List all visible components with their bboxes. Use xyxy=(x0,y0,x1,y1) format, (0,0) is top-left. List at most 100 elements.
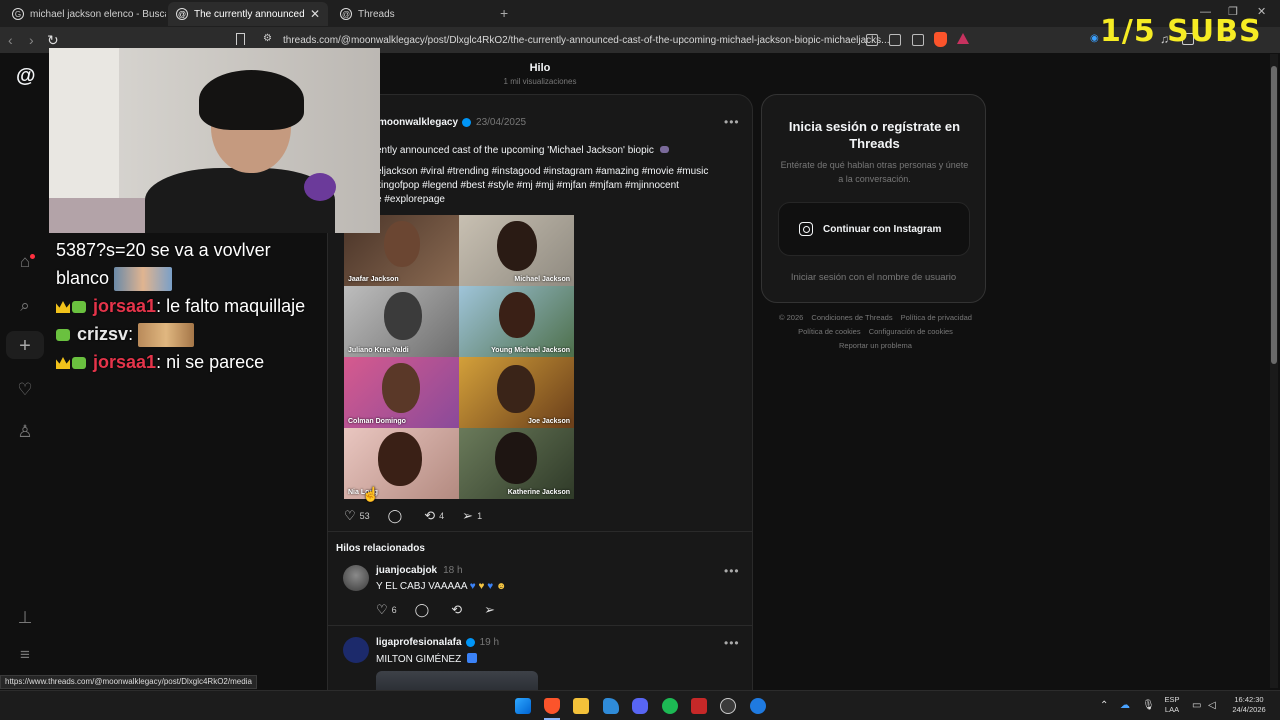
sunglasses-emoji-icon: ☻ xyxy=(493,581,507,592)
language-indicator[interactable]: ESP LAA xyxy=(1160,695,1184,715)
reload-button[interactable]: ↻ xyxy=(47,32,59,49)
url-text: threads.com/@moonwalklegacy/post/Dlxglc4… xyxy=(283,34,890,46)
brave-rewards-icon[interactable] xyxy=(957,33,969,44)
related-more-icon[interactable]: ••• xyxy=(724,564,740,578)
notification-dot xyxy=(30,254,35,259)
share-button[interactable]: ➢ 1 xyxy=(462,508,482,524)
threads-logo-icon[interactable]: @ xyxy=(16,66,36,86)
close-tab-icon[interactable]: ✕ xyxy=(304,7,320,21)
news-app-icon[interactable] xyxy=(691,698,707,714)
brave-browser-icon[interactable] xyxy=(544,698,560,714)
post-username[interactable]: moonwalklegacy xyxy=(378,117,458,128)
privacy-link[interactable]: Política de privacidad xyxy=(901,313,972,322)
file-explorer-icon[interactable] xyxy=(573,698,589,714)
app-icon[interactable] xyxy=(750,698,766,714)
chat-message: blanco xyxy=(56,264,336,292)
cast-name: Katherine Jackson xyxy=(507,489,570,496)
start-menu-icon[interactable] xyxy=(515,698,531,714)
bookmark-icon[interactable] xyxy=(236,33,245,45)
discord-icon[interactable] xyxy=(632,698,648,714)
heart-icon[interactable]: ♡ xyxy=(16,381,34,399)
microphone-icon[interactable]: 🎙 xyxy=(1142,700,1155,711)
bing-icon[interactable] xyxy=(603,698,619,714)
volume-icon[interactable]: ◁ xyxy=(1208,700,1216,711)
cast-photo: Juliano Krue Valdi xyxy=(344,286,459,357)
chat-username: jorsaa1 xyxy=(93,352,157,372)
display-icon[interactable]: ▭ xyxy=(1192,700,1201,711)
brave-shields-icon[interactable] xyxy=(934,32,947,47)
share-icon[interactable] xyxy=(912,34,924,46)
terms-link[interactable]: Condiciones de Threads xyxy=(811,313,892,322)
cast-photo: Katherine Jackson xyxy=(459,428,574,499)
chat-username: jorsaa1 xyxy=(93,296,157,316)
send-icon: ➢ xyxy=(462,508,474,523)
cast-name: Young Michael Jackson xyxy=(491,347,570,354)
profile-icon[interactable]: ♙ xyxy=(16,423,34,441)
repost-button[interactable]: ⟲ 4 xyxy=(424,508,444,524)
google-icon: G xyxy=(12,8,24,20)
forward-button[interactable]: › xyxy=(29,32,34,48)
related-post-text: MILTON GIMÉNEZ xyxy=(376,653,477,665)
avatar[interactable] xyxy=(343,565,369,591)
settings-icon[interactable] xyxy=(720,698,736,714)
search-icon[interactable]: ⌕ xyxy=(16,297,34,315)
verified-badge-icon xyxy=(462,118,472,127)
repost-button[interactable]: ⟲ xyxy=(451,602,466,618)
tab-google-search[interactable]: G michael jackson elenco - Buscar con xyxy=(4,2,166,26)
hand-cursor-icon: ☝ xyxy=(362,486,380,502)
continue-with-instagram-button[interactable]: Continuar con Instagram xyxy=(778,202,970,256)
audio-icon[interactable]: ◉ xyxy=(1090,33,1099,44)
report-problem-link[interactable]: Reportar un problema xyxy=(839,341,912,350)
comment-icon: ◯ xyxy=(387,508,403,523)
chat-text: : le falto maquillaje xyxy=(156,296,306,316)
more-menu-icon[interactable]: ≡ xyxy=(16,646,34,664)
scrollbar-thumb[interactable] xyxy=(1271,66,1277,364)
related-post-header: juanjocabjok 18 h xyxy=(376,565,463,576)
related-username[interactable]: ligaprofesionalafa xyxy=(376,637,462,648)
like-button[interactable]: ♡ 53 xyxy=(344,508,370,524)
divider xyxy=(328,531,752,532)
stream-chat-overlay: 5387?s=20 se va a vovlver blanco jorsaa1… xyxy=(56,236,336,376)
cloud-icon[interactable]: ☁ xyxy=(1120,700,1130,711)
emoji-icon xyxy=(659,146,669,153)
sub-badge-icon xyxy=(72,357,86,369)
related-username[interactable]: juanjocabjok xyxy=(376,565,437,576)
cast-name: Colman Domingo xyxy=(348,418,406,425)
related-post-header: ligaprofesionalafa 19 h xyxy=(376,637,499,648)
post-caption: ently announced cast of the upcoming 'Mi… xyxy=(376,145,654,156)
pin-icon[interactable]: ⊥ xyxy=(16,609,34,627)
cast-photo: Young Michael Jackson xyxy=(459,286,574,357)
tab-threads-post[interactable]: @ The currently announced cast of ✕ xyxy=(168,2,328,26)
reply-button[interactable]: ◯ xyxy=(415,602,434,618)
new-tab-button[interactable]: + xyxy=(500,5,508,21)
show-hidden-icons-icon[interactable]: ⌃ xyxy=(1100,700,1108,711)
post-date[interactable]: 23/04/2025 xyxy=(476,117,526,128)
post-more-icon[interactable]: ••• xyxy=(724,115,740,129)
avatar[interactable] xyxy=(343,637,369,663)
hashtag-line[interactable]: eljackson #viral #trending #instagood #i… xyxy=(376,165,721,179)
cookies-link[interactable]: Política de cookies xyxy=(798,327,861,336)
share-button[interactable]: ➢ xyxy=(484,602,499,618)
username-login-link[interactable]: Iniciar sesión con el nombre de usuario xyxy=(762,272,985,283)
tab-threads[interactable]: @ Threads xyxy=(332,2,492,26)
chat-text: : ni se parece xyxy=(156,352,265,372)
hashtag-line[interactable]: kingofpop #legend #best #style #mj #mjj … xyxy=(376,179,721,193)
cast-icon[interactable] xyxy=(866,34,878,46)
cookie-settings-link[interactable]: Configuración de cookies xyxy=(869,327,953,336)
post-header: moonwalklegacy 23/04/2025 xyxy=(378,117,526,128)
cast-collage-image[interactable]: Jaafar Jackson Michael Jackson Juliano K… xyxy=(344,215,574,499)
spotify-icon[interactable] xyxy=(662,698,678,714)
related-more-icon[interactable]: ••• xyxy=(724,636,740,650)
site-info-icon[interactable]: ⚙ xyxy=(263,33,272,44)
reply-button[interactable]: ◯ xyxy=(388,508,407,524)
view-count: 1 mil visualizaciones xyxy=(503,77,577,86)
like-button[interactable]: ♡ 6 xyxy=(376,602,397,618)
chat-text: 5387?s=20 se va a vovlver xyxy=(56,240,271,260)
hashtag-line[interactable]: e #explorepage xyxy=(376,193,721,207)
chat-message: jorsaa1: ni se parece xyxy=(56,348,336,376)
reader-icon[interactable] xyxy=(889,34,901,46)
back-button[interactable]: ‹ xyxy=(8,32,13,48)
page-scrollbar[interactable] xyxy=(1270,54,1278,688)
related-time: 19 h xyxy=(479,637,500,648)
clock[interactable]: 16:42:30 24/4/2026 xyxy=(1224,695,1274,715)
